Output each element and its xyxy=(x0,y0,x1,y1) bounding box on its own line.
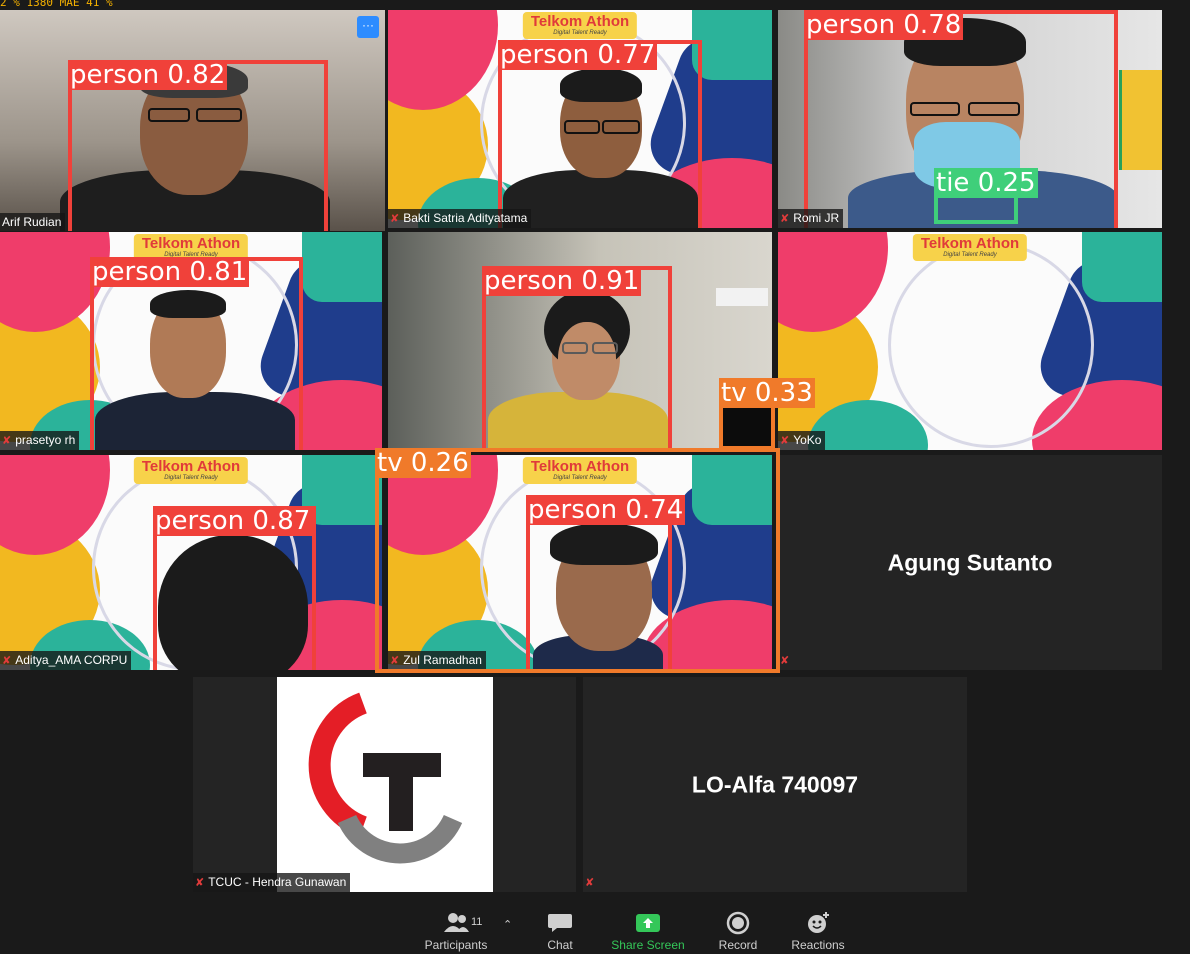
video-tile-aditya-ama-corpu[interactable]: Telkom Athon Digital Talent Ready person… xyxy=(0,455,382,670)
mic-muted-icon: ✘ xyxy=(780,213,790,225)
detection-box-tv: tv 0.33 xyxy=(719,378,815,450)
participants-count: 11 xyxy=(471,916,483,928)
participant-name-tag: ✘ xyxy=(778,651,797,670)
tcuc-logo-icon xyxy=(308,692,463,864)
detection-box-tie: tie 0.25 xyxy=(934,168,1038,224)
more-options-button[interactable]: ··· xyxy=(357,16,379,38)
video-tile-bakti-satria-adityatama[interactable]: Telkom Athon Digital Talent Ready person… xyxy=(388,10,772,228)
video-tile-arif-rudian[interactable]: ··· person 0.82 Arif Rudian xyxy=(0,10,385,231)
detection-box-person: person 0.81 xyxy=(90,257,303,450)
status-bar-text: 2 % 1380 MAE 41 % xyxy=(0,0,113,9)
video-tile-participant[interactable]: person 0.91 xyxy=(388,232,772,450)
detection-label: person xyxy=(484,266,574,296)
share-screen-label: Share Screen xyxy=(611,938,685,952)
participant-name: Aditya_AMA CORPU xyxy=(15,653,128,667)
detection-label: person xyxy=(806,10,896,40)
chat-label: Chat xyxy=(547,938,573,952)
mic-muted-icon: ✘ xyxy=(780,655,790,667)
meeting-toolbar: Participants 11 ⌃ Chat Share Screen Reco… xyxy=(0,904,1190,954)
mic-muted-icon: ✘ xyxy=(585,877,595,889)
detection-label: tie xyxy=(936,168,970,198)
record-button[interactable]: Record xyxy=(712,910,764,952)
participants-menu-chevron-icon[interactable]: ⌃ xyxy=(503,918,512,931)
tcuc-logo-image xyxy=(277,677,493,892)
share-screen-button[interactable]: Share Screen xyxy=(608,910,688,952)
detection-label: tv xyxy=(721,378,747,408)
mic-muted-icon: ✘ xyxy=(780,435,790,447)
reactions-button[interactable]: Reactions xyxy=(788,910,848,952)
detection-score: 0.87 xyxy=(252,506,311,536)
detection-box-person: person 0.82 xyxy=(68,60,328,231)
participant-name: Arif Rudian xyxy=(2,215,62,229)
record-label: Record xyxy=(718,938,758,952)
detection-label: person xyxy=(70,60,160,90)
participant-name-tag: ✘ Bakti Satria Adityatama xyxy=(388,209,532,228)
reactions-label: Reactions xyxy=(791,938,845,952)
detection-score: 0.78 xyxy=(903,10,962,40)
detection-label: person xyxy=(500,40,590,70)
participant-name-tag: ✘ TCUC - Hendra Gunawan xyxy=(193,873,351,892)
detection-box-person: person 0.87 xyxy=(153,506,316,670)
video-tile-yoko[interactable]: Telkom Athon Digital Talent Ready ✘ YoKo xyxy=(778,232,1162,450)
participants-icon xyxy=(441,910,471,936)
participants-label: Participants xyxy=(424,938,488,952)
mic-muted-icon: ✘ xyxy=(195,877,205,889)
video-tile-prasetyo-rh[interactable]: Telkom Athon Digital Talent Ready person… xyxy=(0,232,382,450)
record-icon xyxy=(723,910,753,936)
detection-label: person xyxy=(92,257,182,287)
participant-name-tag: ✘ xyxy=(583,873,602,892)
video-tile-romi-jr[interactable]: person 0.78 tie 0.25 ✘ Romi JR xyxy=(778,10,1162,228)
participant-name: prasetyo rh xyxy=(15,433,76,447)
participant-name: TCUC - Hendra Gunawan xyxy=(208,875,347,889)
mic-muted-icon: ✘ xyxy=(390,213,400,225)
detection-score: 0.77 xyxy=(597,40,656,70)
participant-name-tag: ✘ YoKo xyxy=(778,431,826,450)
detection-score: 0.81 xyxy=(189,257,248,287)
participants-button[interactable]: Participants xyxy=(418,910,494,952)
video-tile-lo-alfa-740097[interactable]: LO-Alfa 740097 ✘ xyxy=(583,677,967,892)
detection-box-person: person 0.77 xyxy=(498,40,702,228)
telkom-athon-logo: Telkom Athon Digital Talent Ready xyxy=(912,234,1028,261)
share-screen-icon xyxy=(633,910,663,936)
detection-score: 0.25 xyxy=(977,168,1036,198)
participant-name: LO-Alfa 740097 xyxy=(691,771,859,797)
detection-box-person: person 0.91 xyxy=(482,266,672,450)
detection-score: 0.33 xyxy=(754,378,813,408)
mic-muted-icon: ✘ xyxy=(2,435,12,447)
detection-score: 0.82 xyxy=(167,60,226,90)
chat-icon xyxy=(545,910,575,936)
detection-label: tv xyxy=(377,448,403,478)
participant-name-tag: ✘ Romi JR xyxy=(778,209,844,228)
participant-name: Bakti Satria Adityatama xyxy=(403,211,528,225)
mic-muted-icon: ✘ xyxy=(2,655,12,667)
detection-score: 0.91 xyxy=(581,266,640,296)
video-tile-tcuc-hendra-gunawan[interactable]: ✘ TCUC - Hendra Gunawan xyxy=(193,677,576,892)
participant-name: YoKo xyxy=(793,433,822,447)
chat-button[interactable]: Chat xyxy=(536,910,584,952)
participant-name-tag: ✘ prasetyo rh xyxy=(0,431,80,450)
detection-box-tv: tv 0.26 xyxy=(375,448,780,673)
reactions-icon xyxy=(803,910,833,936)
participant-name: Agung Sutanto xyxy=(887,549,1053,575)
virtual-background: Telkom Athon Digital Talent Ready xyxy=(778,232,1162,450)
participant-name-tag: Arif Rudian xyxy=(0,213,66,231)
participant-name: Romi JR xyxy=(793,211,840,225)
video-tile-agung-sutanto[interactable]: Agung Sutanto ✘ xyxy=(778,455,1162,670)
participant-name-tag: ✘ Aditya_AMA CORPU xyxy=(0,651,132,670)
detection-score: 0.26 xyxy=(410,448,469,478)
detection-label: person xyxy=(155,506,245,536)
